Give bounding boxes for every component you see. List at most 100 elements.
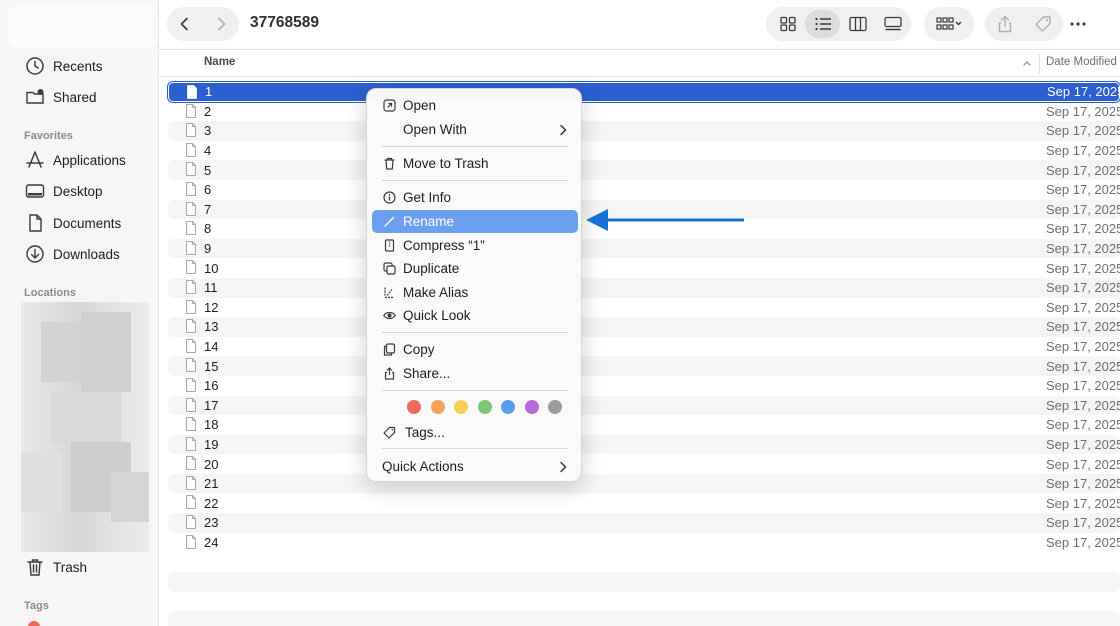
tag-color-dot[interactable] [407,400,421,414]
table-row[interactable]: 21 Sep 17, 2025 [168,473,1120,494]
menu-item-get-info[interactable]: Get Info [372,186,578,209]
tag-color-dot[interactable] [548,400,562,414]
file-icon [186,201,196,216]
sort-ascending-icon[interactable] [1021,57,1033,69]
ellipsis-icon [1070,22,1086,26]
locations-heading: Locations [24,287,76,299]
gallery-view-button[interactable] [875,10,910,38]
menu-item-quick-actions[interactable]: Quick Actions [372,455,578,478]
sidebar-item-downloads[interactable]: Downloads [24,242,120,266]
menu-separator [382,180,568,181]
icon-view-button[interactable] [770,10,805,38]
share-button[interactable] [986,15,1024,33]
file-date-modified: Sep 17, 2025 [1046,221,1120,237]
table-row[interactable]: 20 Sep 17, 2025 [168,454,1120,474]
column-view-button[interactable] [840,10,875,38]
group-by-button[interactable] [924,7,974,41]
tag-color-dot[interactable] [477,400,492,414]
table-row[interactable]: 19 Sep 17, 2025 [168,434,1120,455]
list-view-button[interactable] [805,10,840,38]
file-icon [186,436,196,451]
menu-item-label: Make Alias [403,285,469,300]
column-name-header[interactable]: Name [204,56,235,68]
table-row[interactable]: 24 Sep 17, 2025 [168,533,1120,553]
menu-item-quick-look[interactable]: Quick Look [372,304,578,327]
file-name: 17 [204,397,219,413]
context-menu: Open Open With Move to Trash Get Info Re… [366,88,582,482]
file-name: 22 [204,495,219,511]
table-row[interactable]: 11 Sep 17, 2025 [168,277,1120,298]
table-row[interactable]: 1 Sep 17, 2025 [167,81,1120,103]
table-row[interactable]: 15 Sep 17, 2025 [168,356,1120,376]
table-row[interactable]: 22 Sep 17, 2025 [168,493,1120,513]
document-icon [24,212,46,234]
table-row[interactable]: 10 Sep 17, 2025 [168,258,1120,278]
table-row[interactable]: 6 Sep 17, 2025 [168,180,1120,200]
table-row[interactable]: 23 Sep 17, 2025 [168,513,1120,533]
tag-color-dot[interactable] [454,400,468,414]
table-row[interactable]: 2 Sep 17, 2025 [168,102,1120,122]
table-row[interactable]: 4 Sep 17, 2025 [168,141,1120,161]
tag-color-dot[interactable] [430,400,445,414]
table-row[interactable]: 12 Sep 17, 2025 [168,298,1120,318]
menu-item-rename[interactable]: Rename [372,210,578,233]
sidebar-item-desktop[interactable]: Desktop [24,179,103,203]
column-date-modified-header[interactable]: Date Modified [1046,56,1117,68]
menu-item-share[interactable]: Share... [372,362,578,385]
chevron-right-icon [560,124,567,135]
menu-item-compress[interactable]: Compress “1” [372,234,578,257]
back-button[interactable] [167,7,203,41]
menu-item-open[interactable]: Open [372,94,578,117]
table-row[interactable]: 18 Sep 17, 2025 [168,415,1120,435]
table-row[interactable]: 13 Sep 17, 2025 [168,317,1120,337]
file-name: 7 [204,201,212,217]
tag-color-dot[interactable] [28,621,40,626]
menu-separator [382,332,568,333]
sidebar-item-label: Downloads [53,246,120,262]
sidebar-item-applications[interactable]: Applications [24,148,126,172]
file-date-modified: Sep 17, 2025 [1046,476,1120,492]
sidebar-titlebar [8,6,158,48]
file-date-modified: Sep 17, 2025 [1046,103,1120,119]
sidebar-item-trash[interactable]: Trash [24,555,87,579]
file-name: 18 [204,417,219,433]
tag-color-dot[interactable] [501,400,515,414]
table-row[interactable]: 5 Sep 17, 2025 [168,160,1120,180]
share-icon [382,367,396,381]
file-name: 16 [204,378,219,394]
file-date-modified: Sep 17, 2025 [1046,436,1120,452]
menu-separator [382,146,568,147]
sidebar-item-recents[interactable]: Recents [24,54,103,78]
menu-item-duplicate[interactable]: Duplicate [372,257,578,280]
menu-item-tags[interactable]: Tags... [372,421,578,444]
table-row[interactable]: 14 Sep 17, 2025 [168,337,1120,357]
menu-item-make-alias[interactable]: Make Alias [372,281,578,304]
open-icon [382,99,396,113]
tags-heading: Tags [24,600,49,612]
menu-item-move-to-trash[interactable]: Move to Trash [372,152,578,175]
tag-button[interactable] [1024,15,1062,33]
file-icon [186,338,196,353]
tag-color-dot[interactable] [524,400,539,414]
empty-row [168,572,1120,592]
file-icon [186,515,196,529]
table-row[interactable]: 16 Sep 17, 2025 [168,376,1120,396]
file-date-modified: Sep 17, 2025 [1046,201,1120,217]
file-icon [186,299,196,314]
column-divider[interactable] [1039,54,1040,74]
list-icon [814,17,831,31]
trash-icon [24,556,46,578]
view-mode-segmented-control [766,7,911,41]
group-by-icon [936,17,962,30]
file-icon [186,162,196,177]
sidebar-item-documents[interactable]: Documents [24,211,121,235]
table-row[interactable]: 9 Sep 17, 2025 [168,238,1120,259]
forward-button[interactable] [203,7,239,41]
menu-item-open-with[interactable]: Open With [372,118,578,141]
sidebar-item-shared[interactable]: Shared [24,85,97,109]
table-row[interactable]: 3 Sep 17, 2025 [168,121,1120,141]
file-icon [186,495,196,510]
menu-item-copy[interactable]: Copy [372,338,578,361]
more-button[interactable] [1060,7,1096,41]
table-row[interactable]: 17 Sep 17, 2025 [168,395,1120,416]
